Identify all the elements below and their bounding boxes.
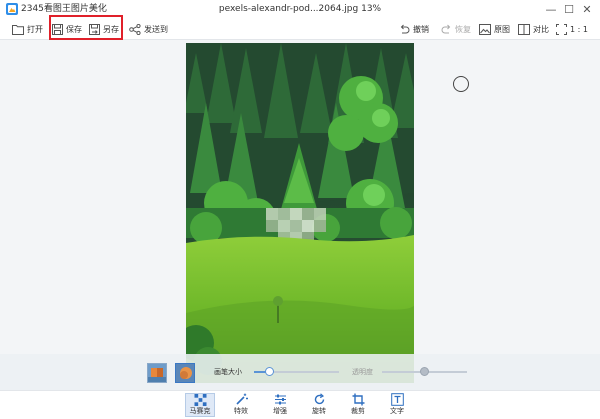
mosaic-icon [194, 394, 206, 406]
crop-tool-label: 裁剪 [351, 407, 365, 415]
mosaic-tool-label: 马赛克 [189, 407, 211, 415]
open-label: 打开 [27, 24, 43, 34]
open-button[interactable]: 打开 [12, 21, 43, 37]
original-label: 原图 [494, 24, 510, 34]
undo-icon [400, 24, 410, 33]
enhance-tool-label: 增强 [273, 407, 287, 415]
text-tool-label: 文字 [390, 407, 404, 415]
compare-label: 对比 [533, 24, 549, 34]
compare-icon [518, 23, 530, 35]
actual-size-label: 1 : 1 [570, 24, 588, 34]
blur-pattern-icon [176, 364, 194, 382]
maximize-button[interactable]: ☐ [562, 2, 576, 16]
brush-cursor [453, 76, 469, 92]
edited-photo[interactable] [186, 43, 414, 383]
brush-size-label: 画笔大小 [214, 368, 242, 376]
redo-icon [441, 24, 451, 33]
opacity-slider[interactable] [382, 367, 467, 376]
original-button[interactable]: 原图 [479, 21, 510, 37]
opacity-fill [382, 371, 424, 373]
send-to-button[interactable]: 发送到 [129, 21, 168, 37]
folder-icon [12, 24, 24, 35]
effects-tool-label: 特效 [234, 407, 248, 415]
text-tool[interactable]: 文字 [382, 393, 412, 417]
rotate-tool-label: 旋转 [312, 407, 326, 415]
rotate-tool[interactable]: 旋转 [304, 393, 334, 417]
redo-button[interactable]: 恢复 [441, 21, 471, 37]
forest-meadow-image [186, 43, 414, 383]
minimize-button[interactable]: — [544, 2, 558, 16]
redo-label: 恢复 [455, 24, 471, 34]
brush-size-slider[interactable] [254, 367, 339, 376]
mosaic-tool[interactable]: 马赛克 [185, 393, 215, 417]
close-button[interactable]: ✕ [580, 2, 594, 16]
magic-wand-icon [235, 393, 248, 405]
actual-size-button[interactable]: 1 : 1 [556, 21, 588, 37]
undo-label: 撤销 [413, 24, 429, 34]
fit-size-icon [556, 23, 567, 35]
mosaic-style-2[interactable] [175, 363, 195, 383]
effects-tool[interactable]: 特效 [226, 393, 256, 417]
image-icon [479, 23, 491, 35]
enhance-tool[interactable]: 增强 [265, 393, 295, 417]
crop-icon [352, 393, 364, 406]
rotate-icon [314, 393, 324, 405]
bottom-toolbar [0, 390, 600, 419]
opacity-knob[interactable] [419, 367, 429, 376]
share-icon [129, 23, 141, 35]
save-highlight-box [49, 15, 123, 40]
mosaic-style-1[interactable] [147, 363, 167, 383]
send-to-label: 发送到 [144, 24, 168, 34]
undo-button[interactable]: 撤销 [399, 21, 429, 37]
crop-tool[interactable]: 裁剪 [343, 393, 373, 417]
compare-button[interactable]: 对比 [518, 21, 549, 37]
file-title: pexels-alexandr-pod...2064.jpg 13% [218, 4, 382, 14]
text-icon [390, 393, 404, 406]
mosaic-pattern-icon [148, 364, 166, 382]
opacity-label: 透明度 [352, 368, 373, 376]
sliders-icon [274, 394, 286, 405]
